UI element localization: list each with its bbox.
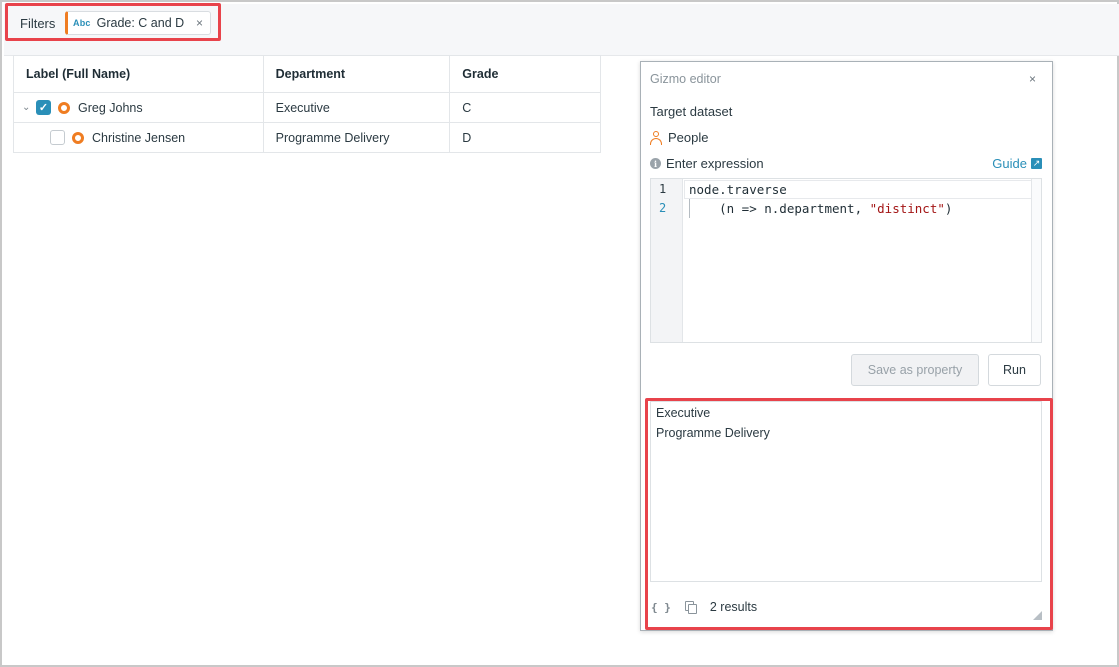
result-item: Programme Delivery bbox=[656, 426, 770, 440]
info-icon[interactable]: i bbox=[650, 158, 661, 169]
results-panel: Executive Programme Delivery bbox=[650, 401, 1042, 582]
results-table: Label (Full Name) Department Grade ⌄ ✓ G… bbox=[13, 55, 601, 153]
external-link-icon: ↗ bbox=[1031, 158, 1042, 169]
row-name: Greg Johns bbox=[78, 100, 143, 115]
result-count: 2 results bbox=[709, 600, 758, 614]
code-string: "distinct" bbox=[869, 201, 945, 216]
node-icon bbox=[58, 101, 70, 114]
dataset-name: People bbox=[668, 130, 709, 145]
result-item: Executive bbox=[656, 406, 711, 420]
chevron-down-icon[interactable]: ⌄ bbox=[22, 102, 36, 113]
code-line[interactable]: node.traverse bbox=[689, 182, 787, 197]
results-footer: { } 2 results bbox=[651, 600, 1043, 614]
line-number: 2 bbox=[659, 201, 667, 215]
column-header-grade[interactable]: Grade bbox=[449, 55, 601, 93]
code-text: ) bbox=[944, 201, 953, 216]
target-dataset-label: Target dataset bbox=[650, 104, 733, 119]
row-checkbox[interactable]: ✓ bbox=[36, 100, 51, 115]
filters-highlight bbox=[5, 3, 221, 41]
row-grade: D bbox=[449, 122, 601, 153]
dataset-selector[interactable]: People bbox=[650, 130, 708, 145]
column-header-department[interactable]: Department bbox=[262, 55, 451, 93]
column-header-label[interactable]: Label (Full Name) bbox=[13, 55, 264, 93]
row-department: Programme Delivery bbox=[262, 122, 451, 153]
line-number: 1 bbox=[659, 182, 667, 196]
table-row[interactable]: Christine Jensen Programme Delivery D bbox=[13, 122, 601, 153]
copy-icon[interactable] bbox=[684, 600, 697, 614]
run-button[interactable]: Run bbox=[988, 354, 1041, 386]
guide-link[interactable]: Guide ↗ bbox=[992, 156, 1042, 171]
person-icon bbox=[650, 130, 662, 145]
gizmo-editor-panel: Gizmo editor × Target dataset People i E… bbox=[640, 61, 1053, 631]
row-department: Executive bbox=[262, 92, 451, 123]
row-name: Christine Jensen bbox=[92, 130, 186, 145]
table-header-row: Label (Full Name) Department Grade bbox=[13, 55, 601, 93]
line-number-gutter: 1 2 bbox=[651, 179, 683, 342]
code-editor[interactable]: 1 2 node.traverse (n => n.department, "d… bbox=[650, 178, 1042, 343]
row-grade: C bbox=[449, 92, 601, 123]
panel-title: Gizmo editor bbox=[650, 72, 721, 86]
close-icon[interactable]: × bbox=[1029, 72, 1036, 86]
resize-handle-icon[interactable] bbox=[1033, 611, 1042, 620]
code-braces-icon[interactable]: { } bbox=[651, 601, 671, 614]
node-icon bbox=[72, 131, 84, 144]
table-row[interactable]: ⌄ ✓ Greg Johns Executive C bbox=[13, 92, 601, 123]
save-as-property-button[interactable]: Save as property bbox=[851, 354, 979, 386]
app-frame: Filters Abc Grade: C and D × Label (Full… bbox=[0, 0, 1119, 667]
expression-label: Enter expression bbox=[666, 156, 764, 171]
row-checkbox[interactable] bbox=[50, 130, 65, 145]
guide-link-label: Guide bbox=[992, 156, 1027, 171]
code-text: (n => n.department, bbox=[689, 201, 870, 216]
editor-scrollbar[interactable] bbox=[1031, 179, 1041, 342]
code-line[interactable]: (n => n.department, "distinct") bbox=[689, 201, 952, 216]
